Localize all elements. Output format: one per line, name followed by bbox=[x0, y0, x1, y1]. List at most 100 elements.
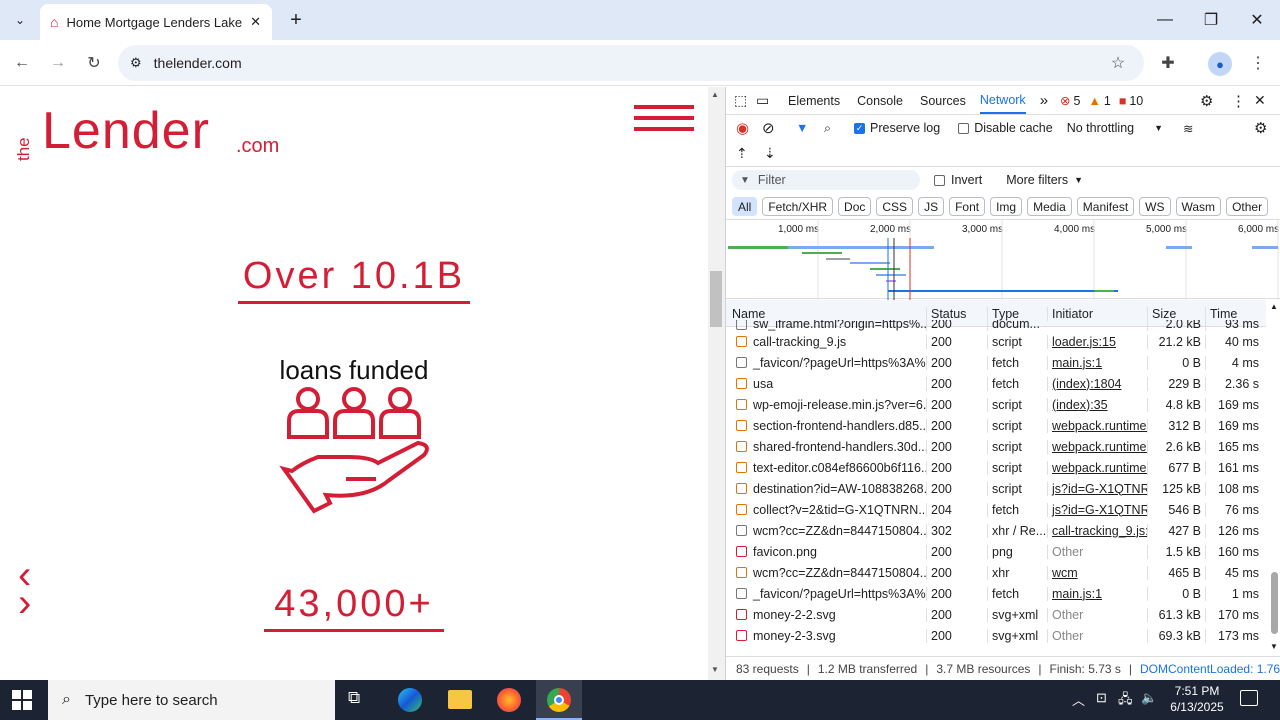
address-bar[interactable]: ⚙ thelender.com bbox=[118, 45, 1144, 81]
request-initiator[interactable]: js?id=G-X1QTNRN bbox=[1047, 502, 1147, 517]
request-row[interactable]: shared-frontend-handlers.30d... 200 script… bbox=[726, 436, 1266, 457]
disable-cache-checkbox[interactable] bbox=[958, 122, 970, 134]
request-row[interactable]: call-tracking_9.js 200 script loader.js:15 2… bbox=[726, 331, 1266, 352]
type-filter-font[interactable]: Font bbox=[949, 197, 986, 216]
tab-sources[interactable]: Sources bbox=[920, 94, 966, 108]
issues-icon[interactable]: ■ bbox=[1119, 94, 1127, 108]
type-filter-other[interactable]: Other bbox=[1226, 197, 1269, 216]
error-icon[interactable]: ⊗ bbox=[1060, 93, 1070, 108]
type-filter-manifest[interactable]: Manifest bbox=[1076, 197, 1135, 216]
back-icon[interactable]: ← bbox=[8, 49, 36, 77]
col-initiator[interactable]: Initiator bbox=[1047, 306, 1147, 321]
scroll-down-icon[interactable]: ▼ bbox=[711, 665, 719, 674]
chevron-down-icon[interactable]: ▼ bbox=[1154, 123, 1163, 133]
timeline-overview[interactable]: 1,000 ms 2,000 ms 3,000 ms 4,000 ms 5,00… bbox=[726, 219, 1280, 300]
next-slide-arrow[interactable]: › bbox=[18, 583, 31, 623]
warning-icon[interactable]: ▲ bbox=[1088, 94, 1100, 108]
request-row[interactable]: money-2-2.svg 200 svg+xml Other 61.3 kB 170 m… bbox=[726, 604, 1266, 625]
request-initiator[interactable]: webpack.runtime.n bbox=[1047, 460, 1147, 475]
col-time[interactable]: Time bbox=[1205, 306, 1263, 321]
table-scroll-thumb[interactable] bbox=[1271, 572, 1278, 634]
type-filter-ws[interactable]: WS bbox=[1139, 197, 1171, 216]
request-row[interactable]: destination?id=AW-108838268... 200 script j… bbox=[726, 478, 1266, 499]
volume-icon[interactable]: 🔈 bbox=[1141, 690, 1157, 706]
menu-kebab-icon[interactable]: ⋮ bbox=[1244, 49, 1272, 77]
export-har-icon[interactable]: ⇣ bbox=[764, 145, 776, 162]
request-initiator[interactable]: loader.js:15 bbox=[1047, 334, 1147, 349]
tab-close-icon[interactable]: ✕ bbox=[247, 14, 264, 30]
request-initiator[interactable]: (index):35 bbox=[1047, 397, 1147, 412]
request-row[interactable]: favicon.png 200 png Other 1.5 kB 160 ms bbox=[726, 541, 1266, 562]
windows-start-icon[interactable] bbox=[12, 690, 32, 710]
device-toolbar-icon[interactable]: ▭ bbox=[756, 92, 788, 109]
request-row[interactable]: text-editor.c084ef86600b6f116... 200 scrip… bbox=[726, 457, 1266, 478]
request-initiator[interactable]: js?id=G-X1QTNRN bbox=[1047, 481, 1147, 496]
filter-input[interactable]: ▼ Filter bbox=[732, 170, 920, 190]
throttling-select[interactable]: No throttling bbox=[1067, 121, 1134, 135]
site-logo[interactable]: the Lender .com bbox=[14, 102, 314, 165]
notifications-icon[interactable] bbox=[1240, 690, 1258, 706]
col-size[interactable]: Size bbox=[1147, 306, 1205, 321]
network-settings-icon[interactable]: ⚙ bbox=[1254, 119, 1267, 137]
col-status[interactable]: Status bbox=[926, 306, 987, 321]
profile-avatar[interactable]: ● bbox=[1208, 52, 1232, 76]
tray-device-icon[interactable]: ⊡ bbox=[1096, 690, 1107, 706]
close-window-button[interactable]: ✕ bbox=[1234, 0, 1280, 40]
type-filter-all[interactable]: All bbox=[732, 197, 758, 216]
firefox-icon[interactable] bbox=[497, 688, 521, 712]
search-icon[interactable]: ⌕ bbox=[824, 121, 854, 136]
restore-button[interactable]: ❐ bbox=[1188, 0, 1234, 40]
table-scroll-up-icon[interactable]: ▲ bbox=[1270, 302, 1278, 311]
tab-search-icon[interactable]: ⌄ bbox=[8, 8, 32, 32]
taskbar-search[interactable]: ⌕ Type here to search bbox=[48, 680, 335, 720]
record-icon[interactable]: ◉ bbox=[736, 119, 762, 137]
task-view-icon[interactable]: ⧉ bbox=[348, 688, 360, 708]
request-initiator[interactable]: main.js:1 bbox=[1047, 355, 1147, 370]
table-scroll-down-icon[interactable]: ▼ bbox=[1270, 642, 1278, 651]
request-row[interactable]: wcm?cc=ZZ&dn=8447150804... 302 xhr / Re...… bbox=[726, 520, 1266, 541]
reload-icon[interactable]: ↻ bbox=[80, 49, 108, 77]
request-row[interactable]: wp-emoji-release.min.js?ver=6.... 200 scri… bbox=[726, 394, 1266, 415]
clock[interactable]: 7:51 PM 6/13/2025 bbox=[1164, 684, 1230, 714]
inspect-element-icon[interactable]: ⬚ bbox=[734, 92, 756, 109]
tray-chevron-icon[interactable]: ︿ bbox=[1072, 690, 1085, 709]
scroll-thumb[interactable] bbox=[710, 271, 722, 327]
request-initiator[interactable]: (index):1804 bbox=[1047, 376, 1147, 391]
col-name[interactable]: Name bbox=[726, 307, 926, 321]
request-row[interactable]: usa 200 fetch (index):1804 229 B 2.36 s bbox=[726, 373, 1266, 394]
request-initiator[interactable]: main.js:1 bbox=[1047, 586, 1147, 601]
request-row[interactable]: money-2-3.svg 200 svg+xml Other 69.3 kB 173 m… bbox=[726, 625, 1266, 646]
site-info-icon[interactable]: ⚙ bbox=[130, 55, 142, 71]
type-filter-doc[interactable]: Doc bbox=[838, 197, 872, 216]
new-tab-button[interactable]: + bbox=[282, 6, 310, 34]
table-scrollbar[interactable]: ▲ ▼ bbox=[1267, 300, 1280, 656]
edge-icon[interactable] bbox=[398, 688, 422, 712]
tab-console[interactable]: Console bbox=[857, 94, 903, 108]
forward-icon[interactable]: → bbox=[44, 49, 72, 77]
network-icon[interactable]: 🖧 bbox=[1118, 690, 1133, 712]
browser-tab[interactable]: ⌂ Home Mortgage Lenders Lake ✕ bbox=[40, 4, 272, 40]
request-row[interactable]: _favicon/?pageUrl=https%3A%... 200 fetch ma… bbox=[726, 352, 1266, 373]
type-filter-css[interactable]: CSS bbox=[876, 197, 914, 216]
bookmark-star-icon[interactable]: ☆ bbox=[1104, 49, 1132, 77]
preserve-log-checkbox[interactable]: ✓ bbox=[854, 122, 865, 134]
request-row[interactable]: _favicon/?pageUrl=https%3A%... 200 fetch ma… bbox=[726, 583, 1266, 604]
more-tabs-icon[interactable]: » bbox=[1040, 92, 1048, 109]
request-initiator[interactable]: wcm bbox=[1047, 565, 1147, 580]
minimize-button[interactable]: — bbox=[1142, 0, 1188, 40]
import-har-icon[interactable]: ⇡ bbox=[736, 145, 764, 162]
type-filter-media[interactable]: Media bbox=[1027, 197, 1072, 216]
page-scrollbar[interactable]: ▲ ▼ bbox=[708, 87, 725, 680]
request-row[interactable]: section-frontend-handlers.d85... 200 scrip… bbox=[726, 415, 1266, 436]
more-filters-chevron-icon[interactable]: ▼ bbox=[1074, 175, 1083, 185]
type-filter-img[interactable]: Img bbox=[990, 197, 1023, 216]
filter-icon[interactable]: ▼ bbox=[796, 121, 824, 135]
type-filter-js[interactable]: JS bbox=[918, 197, 945, 216]
request-row[interactable]: wcm?cc=ZZ&dn=8447150804... 200 xhr wcm 465 B… bbox=[726, 562, 1266, 583]
extensions-icon[interactable]: ✚ bbox=[1154, 49, 1182, 77]
chrome-taskbar-button[interactable] bbox=[536, 680, 582, 720]
request-row[interactable]: sw_iframe.html?origin=https%... 200 docum.… bbox=[726, 320, 1266, 331]
network-conditions-icon[interactable]: ≋ bbox=[1183, 121, 1193, 136]
type-filter-fetch[interactable]: Fetch/XHR bbox=[762, 197, 834, 216]
request-initiator[interactable]: call-tracking_9.js:7 bbox=[1047, 523, 1147, 538]
